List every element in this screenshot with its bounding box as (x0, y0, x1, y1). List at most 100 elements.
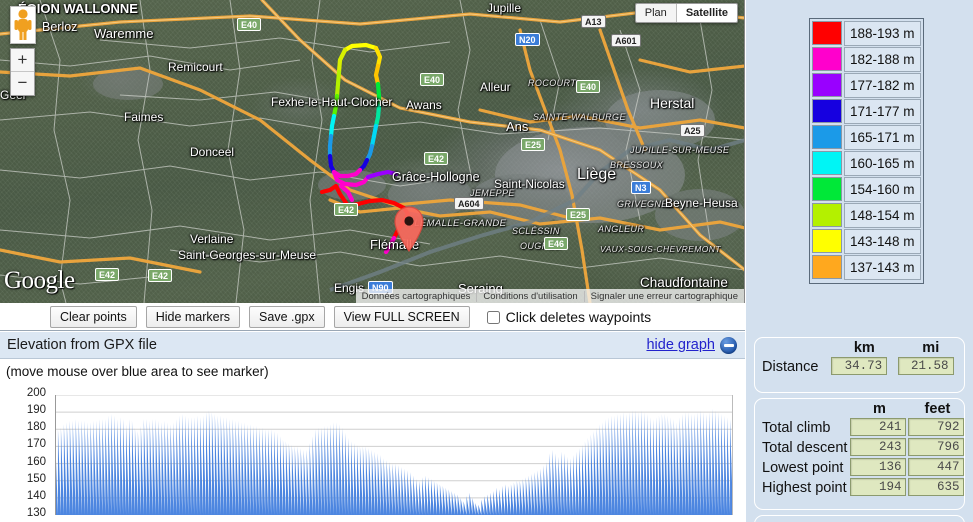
view-fullscreen-button[interactable]: View FULL SCREEN (333, 306, 470, 328)
elevation-chart[interactable]: 200 190 180 170 160 150 140 130 (0, 387, 745, 522)
stats-value-highest-point-feet: 635 (908, 478, 965, 496)
pegman-streetview-icon[interactable] (10, 6, 36, 44)
collapse-minus-icon[interactable] (720, 336, 737, 354)
hide-graph-control[interactable]: hide graph (646, 336, 737, 354)
stats-header-m: m (873, 401, 886, 417)
elevation-stats-panel: m feet Total climb 241 792 Total descent 243 79… (754, 398, 965, 510)
chart-plot-area[interactable] (55, 395, 733, 515)
distance-value-km: 34.73 (831, 357, 888, 375)
map-zoom-control[interactable]: + − (10, 48, 35, 96)
map-type-satellite-button[interactable]: Satellite (675, 4, 737, 22)
legend-range-label: 165-171 m (844, 125, 921, 150)
legend-color-swatch (812, 99, 842, 123)
map-route-shield: E46 (544, 237, 569, 250)
legend-range-label: 160-165 m (844, 151, 921, 176)
chart-y-tick-label: 140 (26, 489, 46, 502)
legend-row: 165-171 m (812, 125, 921, 151)
legend-range-label: 182-188 m (844, 47, 921, 72)
legend-row: 160-165 m (812, 151, 921, 177)
chart-y-tick-label: 190 (26, 404, 46, 417)
map-route-shield: E40 (576, 80, 601, 93)
distance-header-mi: mi (922, 340, 940, 356)
distance-value-mi: 21.58 (897, 357, 954, 375)
legend-row: 143-148 m (812, 229, 921, 255)
distance-panel: km mi Distance 34.73 21.58 (754, 337, 965, 393)
attribution-link[interactable]: Conditions d'utilisation (476, 290, 583, 302)
click-deletes-waypoints-label[interactable]: Click deletes waypoints (506, 309, 652, 325)
map-route-shield: E25 (521, 138, 546, 151)
legend-row: 182-188 m (812, 47, 921, 73)
legend-range-label: 188-193 m (844, 21, 921, 46)
zoom-out-button[interactable]: − (11, 72, 34, 95)
elevation-header: Elevation from GPX file hide graph (0, 332, 745, 359)
legend-color-swatch (812, 177, 842, 201)
chart-y-tick-label: 130 (26, 507, 46, 519)
legend-range-label: 148-154 m (844, 203, 921, 228)
zoom-in-button[interactable]: + (11, 49, 34, 72)
map-route-shield: E40 (420, 73, 445, 86)
right-sidebar: 188-193 m 182-188 m 177-182 m 171-177 m 165-… (746, 0, 973, 522)
map-type-plan-button[interactable]: Plan (635, 4, 676, 22)
map-route-shield: A601 (611, 34, 641, 47)
table-row: Lowest point 136 447 (755, 458, 966, 478)
legend-row: 188-193 m (812, 21, 921, 47)
extra-panel (754, 515, 965, 522)
map-route-shield: E25 (566, 208, 591, 221)
table-row: Distance 34.73 21.58 (755, 357, 964, 377)
chart-y-tick-label: 160 (26, 455, 46, 468)
distance-spacer (755, 338, 831, 357)
map-type-switcher[interactable]: Plan Satellite (634, 3, 738, 23)
legend-row: 171-177 m (812, 99, 921, 125)
legend-row: 177-182 m (812, 73, 921, 99)
legend-color-swatch (812, 255, 842, 279)
map-route-shield: N3 (631, 181, 651, 194)
map-route-shield: A13 (581, 15, 606, 28)
table-row: Highest point 194 635 (755, 478, 966, 498)
google-logo: Google (4, 267, 75, 294)
stats-value-total-climb-feet: 792 (908, 418, 965, 436)
click-deletes-waypoints-control[interactable]: Click deletes waypoints (486, 309, 652, 325)
table-row: Total climb 241 792 (755, 418, 966, 438)
stats-label-total-descent: Total descent (762, 439, 848, 456)
legend-range-label: 137-143 m (844, 255, 921, 280)
save-gpx-button[interactable]: Save .gpx (249, 306, 325, 328)
hide-graph-link[interactable]: hide graph (646, 337, 715, 353)
map-canvas[interactable]: ÉGION WALLONNE Berloz Waremme Remicourt Jupi… (0, 0, 745, 303)
map-toolbar: Clear points Hide markers Save .gpx View FU… (0, 304, 745, 331)
map-marker-pin[interactable] (392, 205, 426, 258)
map-route-shield: E42 (148, 269, 173, 282)
stats-value-total-descent-feet: 796 (908, 438, 965, 456)
map-route-shield: A25 (680, 124, 705, 137)
stats-value-total-climb-m: 241 (850, 418, 907, 436)
stats-label-highest-point: Highest point (762, 479, 847, 496)
attribution-link[interactable]: Signaler une erreur cartographique (583, 290, 744, 302)
stats-spacer (755, 399, 850, 418)
chart-y-tick-label: 180 (26, 421, 46, 434)
legend-color-swatch (812, 73, 842, 97)
stats-value-highest-point-m: 194 (850, 478, 907, 496)
elevation-color-legend: 188-193 m 182-188 m 177-182 m 171-177 m 165-… (809, 18, 924, 284)
legend-range-label: 171-177 m (844, 99, 921, 124)
map-route-shield: E42 (334, 203, 359, 216)
elevation-title: Elevation from GPX file (7, 337, 157, 353)
map-route-shield: A604 (454, 197, 484, 210)
chart-y-tick-label: 150 (26, 472, 46, 485)
stats-header-feet: feet (924, 401, 951, 417)
stats-value-lowest-point-feet: 447 (908, 458, 965, 476)
attribution-link[interactable]: Données cartographiques (356, 291, 477, 302)
map-route-shield: E42 (95, 268, 120, 281)
chart-y-tick-label: 200 (26, 387, 46, 399)
distance-header-km: km (853, 340, 875, 356)
table-row: Total descent 243 796 (755, 438, 966, 458)
legend-color-swatch (812, 203, 842, 227)
legend-row: 148-154 m (812, 203, 921, 229)
map-attribution[interactable]: Données cartographiques Conditions d'util… (355, 289, 744, 303)
clear-points-button[interactable]: Clear points (50, 306, 137, 328)
hide-markers-button[interactable]: Hide markers (145, 306, 241, 328)
click-deletes-waypoints-checkbox[interactable] (486, 310, 500, 324)
stats-value-lowest-point-m: 136 (850, 458, 907, 476)
distance-table: km mi Distance 34.73 21.58 (755, 338, 964, 377)
elevation-stats-table: m feet Total climb 241 792 Total descent 243 79… (755, 399, 966, 498)
chart-area-series (55, 395, 733, 515)
distance-label: Distance (762, 358, 819, 375)
